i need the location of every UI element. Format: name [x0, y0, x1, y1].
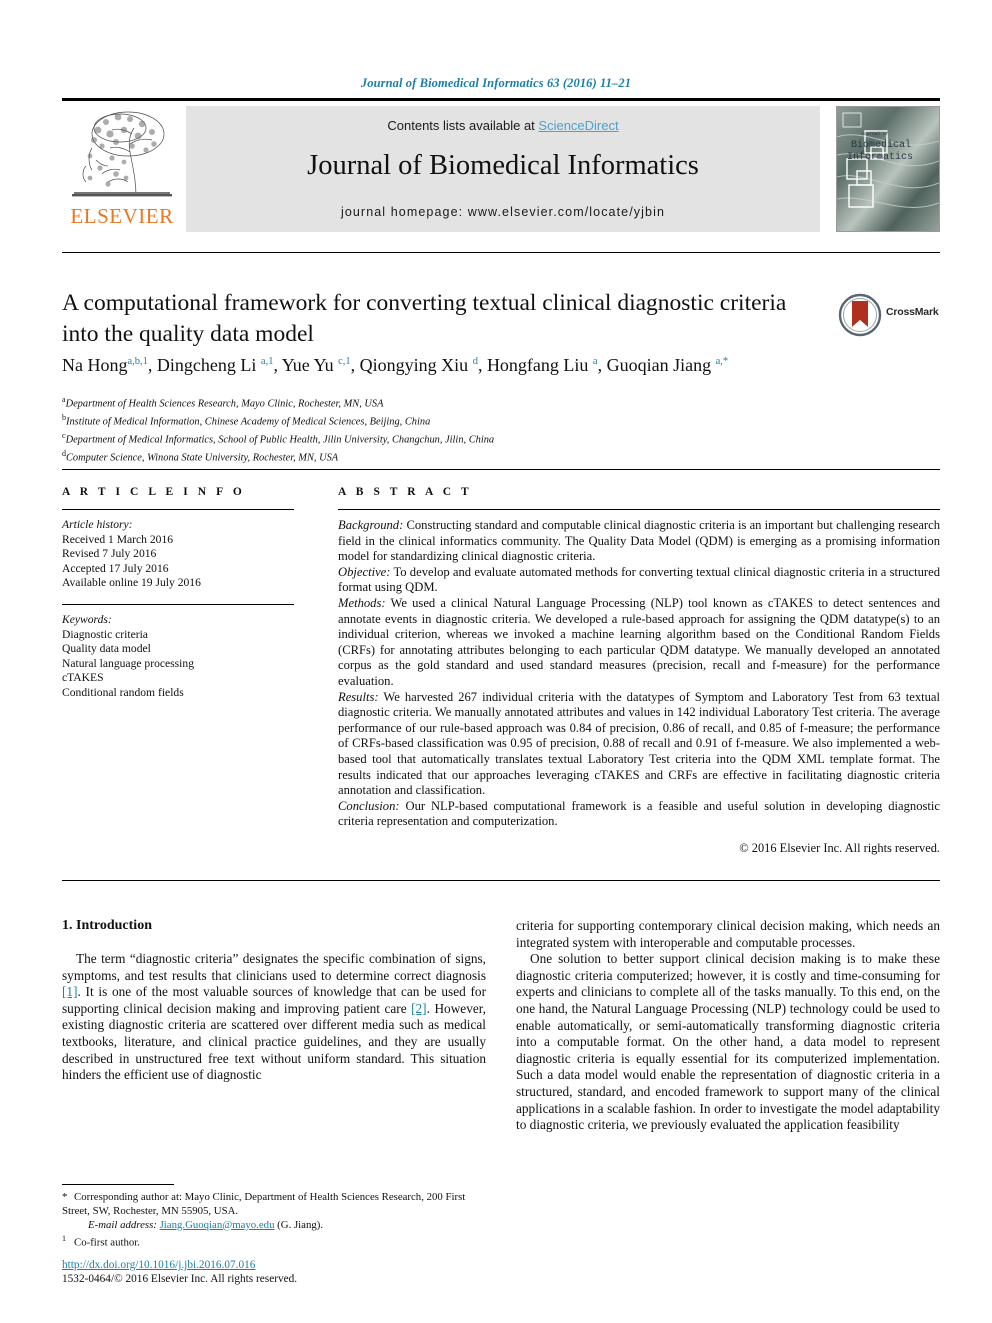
- affiliation-text: Computer Science, Winona State Universit…: [66, 452, 339, 464]
- intro-paragraph-2: criteria for supporting contemporary cli…: [516, 918, 940, 950]
- footnote-email: E-mail address: Jiang.Guoqian@mayo.edu (…: [62, 1219, 486, 1233]
- journal-homepage-line: journal homepage: www.elsevier.com/locat…: [340, 205, 666, 219]
- keyword-item: Diagnostic criteria: [62, 627, 148, 641]
- issn-line: 1532-0464/© 2016 Elsevier Inc. All right…: [62, 1273, 298, 1286]
- svg-text:Biomedical: Biomedical: [851, 139, 911, 151]
- abstract-section-label: Results:: [338, 689, 379, 704]
- introduction-heading: 1. Introduction: [62, 918, 152, 933]
- footnote-cofirst-text: Co-first author.: [74, 1236, 140, 1249]
- info-bottom-divider: [62, 880, 940, 881]
- footnote-email-suffix: (G. Jiang).: [274, 1218, 324, 1231]
- affiliation-item: aDepartment of Health Sciences Research,…: [62, 393, 762, 411]
- svg-text:Informatics: Informatics: [847, 151, 913, 163]
- footnote-email-link[interactable]: Jiang.Guoqian@mayo.edu: [160, 1219, 275, 1231]
- article-info-heading: A R T I C L E I N F O: [62, 486, 246, 498]
- abstract-heading: A B S T R A C T: [338, 486, 473, 498]
- affiliation-item: dComputer Science, Winona State Universi…: [62, 447, 762, 465]
- abstract-section: Results: We harvested 267 individual cri…: [338, 690, 940, 798]
- footnote-cofirst: 1 Co-first author.: [62, 1232, 486, 1250]
- affiliation-text: Institute of Medical Information, Chines…: [66, 416, 431, 428]
- footnote-corresponding: * Corresponding author at: Mayo Clinic, D…: [62, 1191, 486, 1219]
- crossmark-icon: [838, 293, 882, 337]
- doi-line: http://dx.doi.org/10.1016/j.jbi.2016.07.…: [62, 1258, 486, 1272]
- abstract-section-text: We harvested 267 individual criteria wit…: [338, 689, 940, 798]
- abstract-column: A B S T R A C T Background: Constructing…: [338, 486, 940, 856]
- journal-title: Journal of Biomedical Informatics: [307, 150, 699, 181]
- abstract-section-label: Background:: [338, 518, 404, 532]
- abstract-body: Background: Constructing standard and co…: [338, 518, 940, 830]
- paper-page: Journal of Biomedical Informatics 63 (20…: [0, 0, 992, 1323]
- affiliation-item: cDepartment of Medical Informatics, Scho…: [62, 429, 762, 447]
- abstract-section-label: Objective:: [338, 564, 391, 579]
- sciencedirect-banner: Contents lists available at ScienceDirec…: [186, 106, 820, 232]
- page-title: A computational framework for converting…: [62, 290, 787, 347]
- introduction-right-column: criteria for supporting contemporary cli…: [516, 918, 940, 1134]
- intro-paragraph-3: One solution to better support clinical …: [516, 951, 940, 1133]
- footnote-corresponding-text: Corresponding author at: Mayo Clinic, De…: [62, 1191, 466, 1217]
- history-item: Received 1 March 2016: [62, 532, 174, 546]
- keyword-item: Conditional random fields: [62, 685, 184, 699]
- footnote-cofirst-mark: 1: [62, 1234, 66, 1244]
- affiliation-list: aDepartment of Health Sciences Research,…: [62, 393, 762, 465]
- journal-cover-svg: Journal of Biomedical Informatics: [837, 107, 939, 231]
- doi-link[interactable]: http://dx.doi.org/10.1016/j.jbi.2016.07.…: [62, 1259, 255, 1271]
- abstract-copyright: © 2016 Elsevier Inc. All rights reserved…: [739, 840, 940, 855]
- article-info-column: A R T I C L E I N F O Article history: R…: [62, 486, 294, 701]
- keywords-label: Keywords:: [62, 612, 112, 626]
- intro-text-a: The term “diagnostic criteria” designate…: [62, 951, 486, 983]
- elsevier-wordmark: ELSEVIER: [70, 204, 174, 228]
- intro-paragraph-1: The term “diagnostic criteria” designate…: [62, 951, 486, 1084]
- abstract-section-text: To develop and evaluate automated method…: [338, 564, 940, 595]
- elsevier-tree-svg: [72, 111, 172, 197]
- keyword-item: Quality data model: [62, 642, 151, 656]
- abstract-section-label: Methods:: [338, 595, 386, 610]
- abstract-section-label: Conclusion:: [338, 798, 400, 813]
- crossmark-label: CrossMark: [886, 306, 939, 318]
- article-history: Article history: Received 1 March 2016 R…: [62, 518, 294, 591]
- info-top-divider: [62, 469, 940, 470]
- history-item: Available online 19 July 2016: [62, 576, 201, 590]
- doi-block: http://dx.doi.org/10.1016/j.jbi.2016.07.…: [62, 1258, 486, 1286]
- abstract-section: Background: Constructing standard and co…: [338, 518, 940, 563]
- contents-lists-text: Contents lists available at: [387, 118, 539, 133]
- title-divider: [62, 252, 940, 253]
- citation-ref-1[interactable]: [1]: [62, 984, 78, 999]
- footnote-block: * Corresponding author at: Mayo Clinic, D…: [62, 1191, 486, 1251]
- journal-cover-thumbnail: Journal of Biomedical Informatics: [836, 106, 940, 232]
- sciencedirect-link[interactable]: ScienceDirect: [538, 118, 618, 133]
- keywords-block: Keywords: Diagnostic criteria Quality da…: [62, 613, 294, 701]
- article-info-rule: [62, 509, 294, 510]
- abstract-section-text: We used a clinical Natural Language Proc…: [338, 595, 940, 688]
- history-item: Revised 7 July 2016: [62, 547, 157, 561]
- affiliation-text: Department of Medical Informatics, Schoo…: [65, 434, 495, 446]
- introduction-left-column: 1. Introduction The term “diagnostic cri…: [62, 918, 486, 1084]
- keyword-item: cTAKES: [62, 671, 104, 685]
- footnote-rule: [62, 1184, 174, 1185]
- footnote-email-label: E-mail address:: [88, 1218, 157, 1231]
- affiliation-text: Department of Health Sciences Research, …: [65, 398, 384, 410]
- masthead-top-rule: [62, 98, 940, 101]
- running-head: Journal of Biomedical Informatics 63 (20…: [360, 76, 632, 90]
- author-list: Na Honga,b,1, Dingcheng Li a,1, Yue Yu c…: [62, 355, 729, 375]
- svg-text:Journal of: Journal of: [861, 131, 889, 137]
- elsevier-tree-icon: [66, 108, 178, 204]
- abstract-rule: [338, 509, 940, 510]
- abstract-section: Objective: To develop and evaluate autom…: [338, 565, 940, 595]
- keywords-divider: [62, 603, 294, 605]
- abstract-section: Conclusion: Our NLP-based computational …: [338, 799, 940, 829]
- abstract-section-text: Our NLP-based computational framework is…: [338, 798, 940, 829]
- elsevier-logo: ELSEVIER: [62, 106, 182, 232]
- footnote-asterisk-mark: *: [62, 1191, 68, 1203]
- abstract-section: Methods: We used a clinical Natural Lang…: [338, 596, 940, 688]
- contents-lists-line: Contents lists available at ScienceDirec…: [186, 118, 820, 133]
- crossmark-badge[interactable]: CrossMark: [838, 293, 940, 339]
- keyword-item: Natural language processing: [62, 656, 194, 670]
- journal-masthead: ELSEVIER Contents lists available at Sci…: [62, 98, 940, 238]
- citation-ref-2[interactable]: [2]: [411, 1001, 427, 1016]
- abstract-section-text: Constructing standard and computable cli…: [338, 518, 940, 564]
- history-item: Accepted 17 July 2016: [62, 561, 169, 575]
- article-history-label: Article history:: [62, 518, 133, 531]
- affiliation-item: bInstitute of Medical Information, Chine…: [62, 411, 762, 429]
